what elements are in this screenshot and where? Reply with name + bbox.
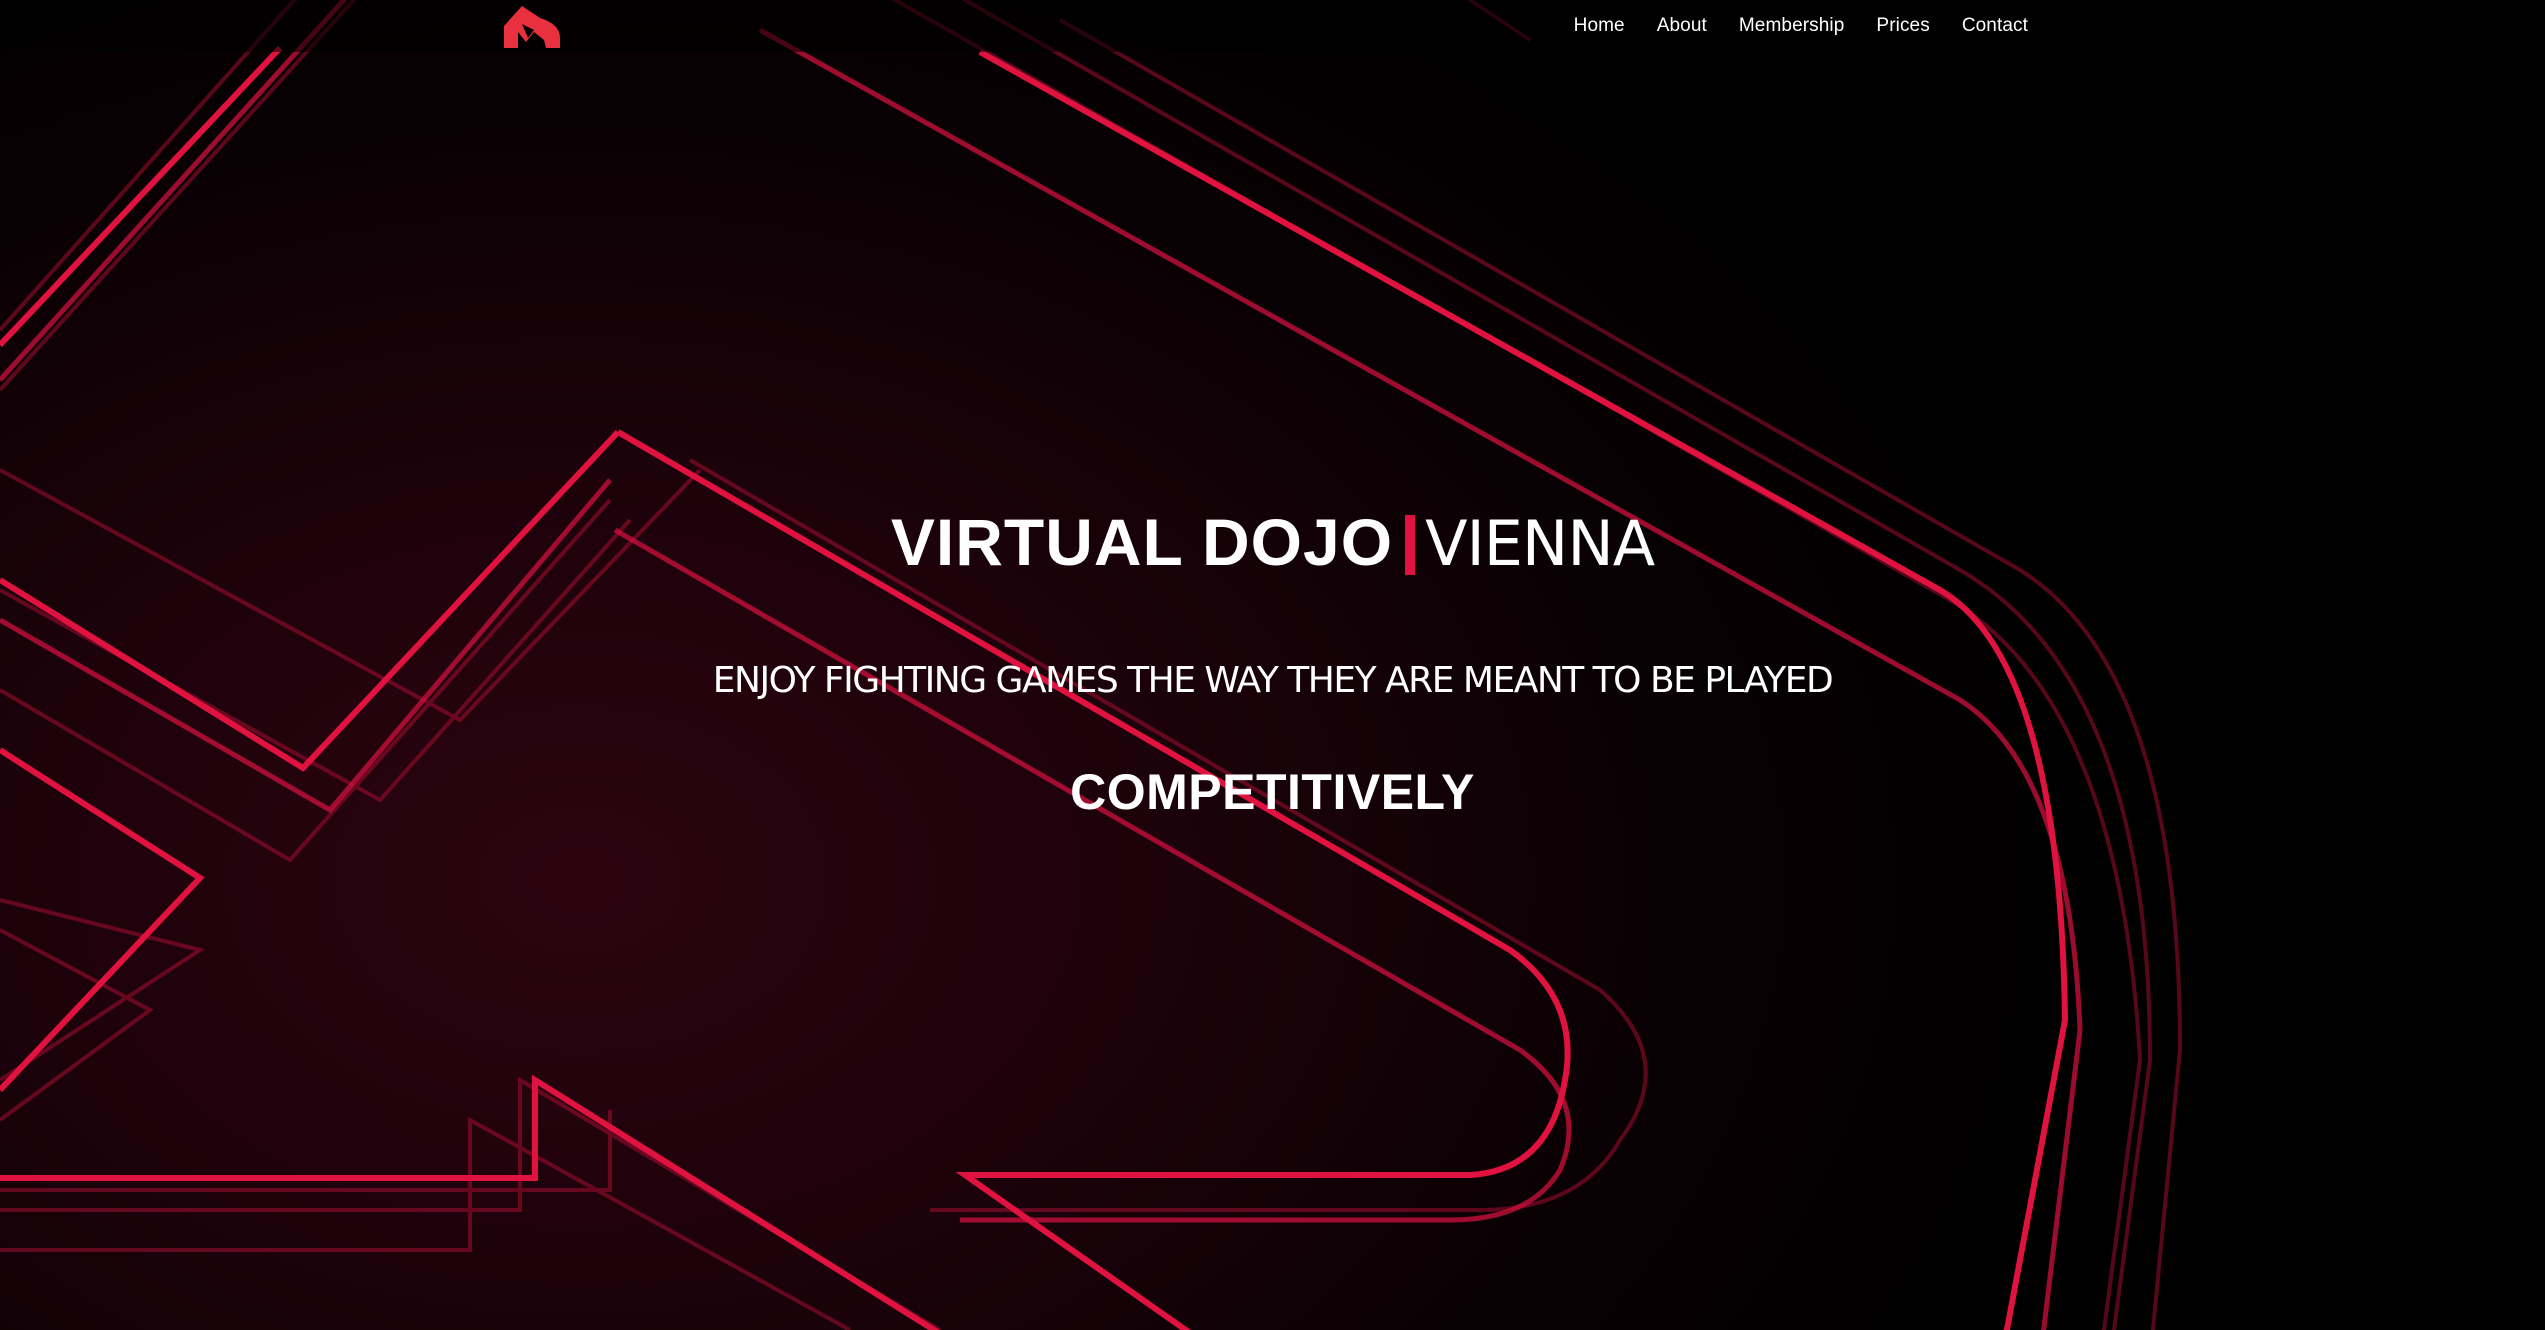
nav-link-membership[interactable]: Membership: [1739, 15, 1845, 37]
hero-emphasis: COMPETITIVELY: [1070, 764, 1475, 820]
hero-title: VIRTUAL DOJO VIENNA: [0, 502, 2545, 584]
hero-section: Home About Membership Prices Contact VIR…: [0, 0, 2545, 1330]
nav-link-about[interactable]: About: [1657, 15, 1707, 37]
main-nav: Home About Membership Prices Contact: [1574, 0, 2028, 52]
hero-title-strong: VIRTUAL DOJO: [890, 505, 1394, 579]
title-separator-bar: [1405, 515, 1416, 575]
nav-link-prices[interactable]: Prices: [1876, 15, 1929, 37]
nav-link-contact[interactable]: Contact: [1962, 15, 2028, 37]
hero-tagline: ENJOY FIGHTING GAMES THE WAY THEY ARE ME…: [712, 660, 1834, 701]
hero-title-light: VIENNA: [1425, 507, 1655, 580]
top-navbar: Home About Membership Prices Contact: [0, 0, 2545, 52]
nav-link-home[interactable]: Home: [1574, 15, 1625, 37]
dojo-logo-icon[interactable]: [500, 2, 564, 50]
